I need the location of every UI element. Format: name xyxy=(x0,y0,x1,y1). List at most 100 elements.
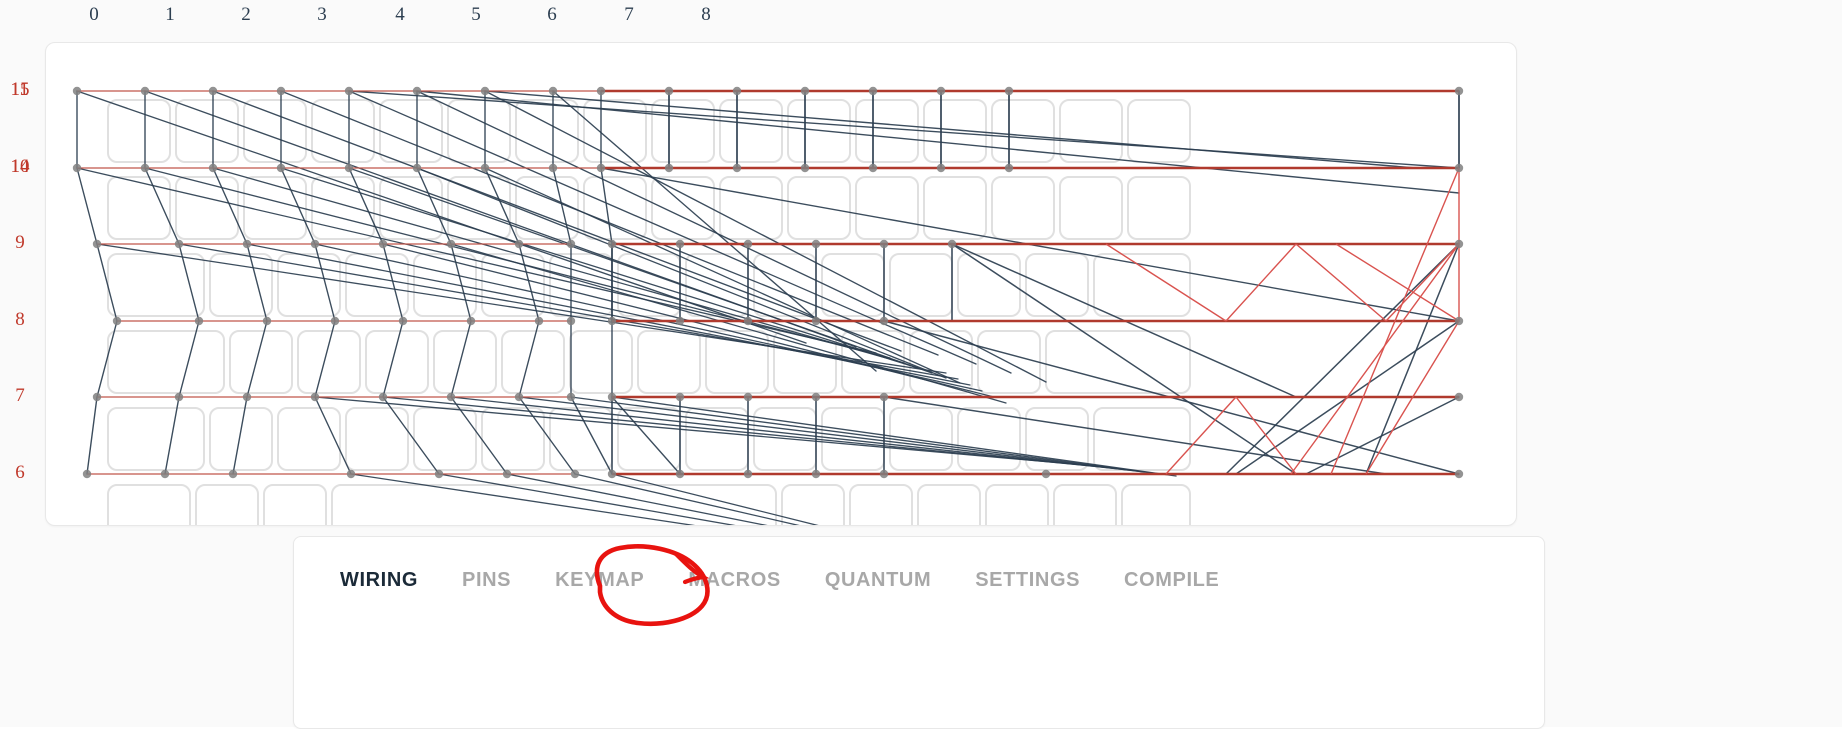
pin-dot[interactable] xyxy=(412,86,422,96)
key-outline[interactable] xyxy=(209,407,273,471)
pin-dot[interactable] xyxy=(1041,469,1051,479)
pin-dot[interactable] xyxy=(480,163,490,173)
row-trace-diagonal[interactable] xyxy=(1295,243,1387,322)
pin-dot[interactable] xyxy=(140,163,150,173)
key-outline[interactable] xyxy=(195,484,259,525)
key-outline[interactable] xyxy=(379,99,443,163)
key-outline[interactable] xyxy=(889,253,953,317)
pin-dot[interactable] xyxy=(378,392,388,402)
pin-dot[interactable] xyxy=(1004,86,1014,96)
pin-dot[interactable] xyxy=(607,239,617,249)
pin-dot[interactable] xyxy=(534,316,544,326)
pin-dot[interactable] xyxy=(276,163,286,173)
pin-dot[interactable] xyxy=(607,469,617,479)
pin-dot[interactable] xyxy=(1004,163,1014,173)
key-outline[interactable] xyxy=(549,407,613,471)
pin-dot[interactable] xyxy=(434,469,444,479)
column-trace[interactable] xyxy=(86,396,98,475)
key-outline[interactable] xyxy=(637,330,701,394)
key-outline[interactable] xyxy=(175,99,239,163)
key-outline[interactable] xyxy=(849,484,913,525)
pin-dot[interactable] xyxy=(879,239,889,249)
pin-dot[interactable] xyxy=(548,163,558,173)
key-outline[interactable] xyxy=(229,330,293,394)
pin-dot[interactable] xyxy=(1454,163,1464,173)
pin-dot[interactable] xyxy=(811,469,821,479)
pin-dot[interactable] xyxy=(675,469,685,479)
pin-dot[interactable] xyxy=(194,316,204,326)
key-outline[interactable] xyxy=(917,484,981,525)
pin-dot[interactable] xyxy=(936,163,946,173)
pin-dot[interactable] xyxy=(92,239,102,249)
pin-dot[interactable] xyxy=(160,469,170,479)
pin-dot[interactable] xyxy=(208,163,218,173)
pin-dot[interactable] xyxy=(566,392,576,402)
key-outline[interactable] xyxy=(1121,484,1191,525)
pin-dot[interactable] xyxy=(398,316,408,326)
key-outline[interactable] xyxy=(481,407,545,471)
pin-dot[interactable] xyxy=(514,239,524,249)
pin-dot[interactable] xyxy=(675,316,685,326)
pin-dot[interactable] xyxy=(1454,86,1464,96)
pin-dot[interactable] xyxy=(310,239,320,249)
pin-dot[interactable] xyxy=(242,392,252,402)
pin-dot[interactable] xyxy=(82,469,92,479)
pin-dot[interactable] xyxy=(868,86,878,96)
tab-wiring[interactable]: WIRING xyxy=(318,559,440,602)
key-outline[interactable] xyxy=(985,484,1049,525)
column-trace[interactable] xyxy=(1225,243,1460,475)
key-outline[interactable] xyxy=(1025,253,1089,317)
pin-dot[interactable] xyxy=(743,392,753,402)
pin-dot[interactable] xyxy=(1454,392,1464,402)
key-outline[interactable] xyxy=(821,407,885,471)
pin-dot[interactable] xyxy=(743,239,753,249)
pin-dot[interactable] xyxy=(743,316,753,326)
key-outline[interactable] xyxy=(719,99,783,163)
pin-dot[interactable] xyxy=(344,86,354,96)
pin-dot[interactable] xyxy=(879,392,889,402)
key-outline[interactable] xyxy=(107,484,191,525)
pin-dot[interactable] xyxy=(344,163,354,173)
key-outline[interactable] xyxy=(263,484,327,525)
row-trace-diagonal[interactable] xyxy=(1225,243,1297,322)
pin-dot[interactable] xyxy=(732,163,742,173)
pin-dot[interactable] xyxy=(112,316,122,326)
pin-dot[interactable] xyxy=(868,163,878,173)
pin-dot[interactable] xyxy=(1454,469,1464,479)
pin-dot[interactable] xyxy=(548,86,558,96)
pin-dot[interactable] xyxy=(664,163,674,173)
pin-dot[interactable] xyxy=(92,392,102,402)
key-outline[interactable] xyxy=(433,330,497,394)
pin-dot[interactable] xyxy=(446,239,456,249)
pin-dot[interactable] xyxy=(72,86,82,96)
pin-dot[interactable] xyxy=(310,392,320,402)
tab-quantum[interactable]: QUANTUM xyxy=(803,559,953,602)
pin-dot[interactable] xyxy=(811,316,821,326)
key-outline[interactable] xyxy=(787,176,851,240)
pin-dot[interactable] xyxy=(378,239,388,249)
tab-pins[interactable]: PINS xyxy=(440,559,533,602)
key-outline[interactable] xyxy=(365,330,429,394)
key-outline[interactable] xyxy=(1093,253,1191,317)
pin-dot[interactable] xyxy=(936,86,946,96)
key-outline[interactable] xyxy=(413,407,477,471)
pin-dot[interactable] xyxy=(800,86,810,96)
pin-dot[interactable] xyxy=(879,316,889,326)
pin-dot[interactable] xyxy=(208,86,218,96)
key-outline[interactable] xyxy=(821,253,885,317)
key-outline[interactable] xyxy=(1059,99,1123,163)
key-outline[interactable] xyxy=(175,176,239,240)
tab-compile[interactable]: COMPILE xyxy=(1102,559,1241,602)
key-outline[interactable] xyxy=(1127,176,1191,240)
key-outline[interactable] xyxy=(345,407,409,471)
key-outline[interactable] xyxy=(297,330,361,394)
key-outline[interactable] xyxy=(107,176,171,240)
pin-dot[interactable] xyxy=(675,392,685,402)
wiring-diagram-svg[interactable] xyxy=(46,43,1516,525)
pin-dot[interactable] xyxy=(276,86,286,96)
column-trace[interactable] xyxy=(1305,396,1460,475)
pin-dot[interactable] xyxy=(607,316,617,326)
pin-dot[interactable] xyxy=(566,316,576,326)
tab-macros[interactable]: MACROS xyxy=(666,559,803,602)
key-outline[interactable] xyxy=(569,330,633,394)
